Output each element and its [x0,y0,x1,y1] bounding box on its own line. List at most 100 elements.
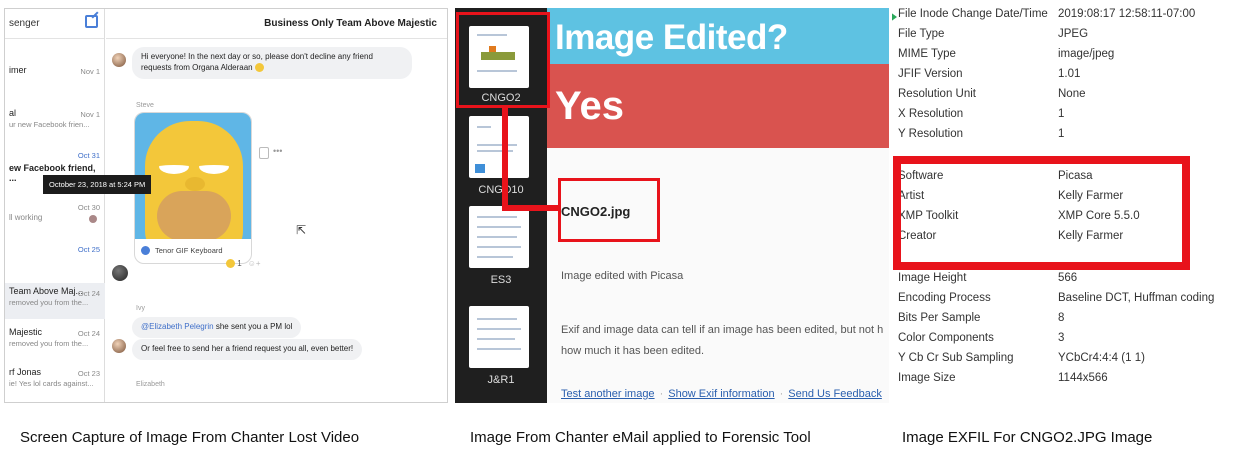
answer-banner: Yes [547,64,889,148]
thumbnail-es3[interactable] [469,206,529,268]
exif-key: Color Components [898,332,994,344]
exif-row: Encoding Process Baseline DCT, Huffman co… [898,292,1234,312]
exif-screenshot: File Inode Change Date/Time 2019:08:17 12… [892,8,1236,403]
smile-emoji-icon [254,63,264,73]
exif-key: Image Size [898,372,956,384]
conversation-item[interactable]: imer Nov 1 [5,65,105,93]
exif-key: Software [898,170,944,182]
sender-name: Steve [136,102,154,109]
file-name: CNGO2.jpg [561,204,631,219]
action-links: Test another image · Show Exif information… [561,388,882,400]
message-bubble: Or feel free to send her a friend reques… [132,339,363,360]
mouse-cursor-icon: ⇱ [296,223,307,237]
forensic-tool-screenshot: CNGO2 CNGO10 ES3 J&R1 Image Edited? Yes … [455,8,889,403]
exif-key: Artist [898,190,925,202]
gif-source-label: Tenor GIF Keyboard [155,245,223,255]
share-icon[interactable] [259,147,269,159]
conversation-date: Oct 31 [77,151,100,160]
exif-row: Software Picasa [898,170,1234,190]
exif-key: Image Height [898,272,967,284]
thumbnail-label: J&R1 [487,374,515,386]
conversation-item[interactable]: rf Jonas ie! Yes lol cards against... Oc… [5,367,105,397]
messenger-screenshot: senger imer Nov 1 al ur new Facebook fri… [4,8,448,403]
exif-key: File Type [898,28,945,40]
conversation-item[interactable]: Oct 30 ll working [5,201,105,231]
conversation-snippet: removed you from the... [9,339,89,348]
exif-value: Baseline DCT, Huffman coding [1058,292,1215,304]
exif-row: JFIF Version 1.01 [898,68,1234,88]
exif-row: XMP Toolkit XMP Core 5.5.0 [898,210,1234,230]
chat-header: Business Only Team Above Majestic [106,9,447,39]
like-icon [475,164,485,173]
gif-image [135,113,251,239]
thumbnail-label: CNGO2 [481,92,521,104]
exif-value: 3 [1058,332,1065,344]
avatar [112,265,128,281]
exif-value: Kelly Farmer [1058,230,1124,242]
conversation-item[interactable]: Majestic removed you from the... Oct 24 [5,327,105,357]
exif-value: image/jpeg [1058,48,1115,60]
tenor-icon [141,245,150,255]
more-icon[interactable]: ••• [273,146,282,156]
exif-value: JPEG [1058,28,1089,40]
sender-name: Ivy [136,305,145,312]
exif-row: MIME Type image/jpeg [898,48,1234,68]
answer-heading: Yes [555,84,624,128]
conversation-item[interactable]: Oct 25 [5,243,105,263]
exif-key: Y Resolution [898,128,963,140]
reaction-count: 1 [237,259,242,268]
reaction-summary[interactable]: 1 ☺+ [226,259,261,269]
exif-key: Creator [898,230,937,242]
show-exif-link[interactable]: Show Exif information [668,388,774,400]
cartoon-face [145,121,243,239]
exif-row: Color Components 3 [898,332,1234,352]
exif-key: JFIF Version [898,68,963,80]
conversation-snippet: ie! Yes lol cards against... [9,379,94,388]
exif-value: 1.01 [1058,68,1081,80]
exif-row: X Resolution 1 [898,108,1234,128]
conversation-list-header: senger [5,9,104,39]
conversation-date: Oct 23 [77,369,100,378]
exif-key: Y Cb Cr Sub Sampling [898,352,1014,364]
thumbnail-cngo10[interactable] [469,116,529,178]
conversation-item[interactable]: Team Above Maj... removed you from the..… [5,283,105,319]
conversation-date: Nov 1 [80,67,100,76]
avatar [112,339,126,353]
mention-link[interactable]: @Elizabeth Pelegrin [141,322,214,331]
message-bubble: @Elizabeth Pelegrin she sent you a PM lo… [132,317,302,338]
chat-pane: Business Only Team Above Majestic Hi eve… [106,9,447,402]
exif-value: Kelly Farmer [1058,190,1124,202]
caption-left: Screen Capture of Image From Chanter Los… [20,429,360,446]
exif-value: YCbCr4:4:4 (1 1) [1058,352,1145,364]
explanation-line: Exif and image data can tell if an image… [561,324,884,336]
exif-row: Creator Kelly Farmer [898,230,1234,250]
thumbnail-jr1[interactable] [469,306,529,368]
question-banner: Image Edited? [547,8,889,64]
reaction-emoji-icon [226,259,235,269]
conversation-date: Oct 30 [77,203,100,212]
avatar [112,53,126,67]
exif-row: Resolution Unit None [898,88,1234,108]
thumbnail-label: CNGO10 [478,184,524,196]
chat-title: Business Only Team Above Majestic [264,18,437,29]
exif-value: None [1058,88,1086,100]
exif-row: Image Size 1144x566 [898,372,1234,392]
exif-key: MIME Type [898,48,956,60]
explanation-text: Exif and image data can tell if an image… [561,320,889,362]
exif-value: XMP Core 5.5.0 [1058,210,1140,222]
exif-value: Picasa [1058,170,1093,182]
exif-row: File Type JPEG [898,28,1234,48]
avatar [89,215,97,223]
exif-value: 1 [1058,128,1065,140]
send-feedback-link[interactable]: Send Us Feedback [788,388,882,400]
conversation-item[interactable]: al ur new Facebook frien... Nov 1 [5,108,105,136]
compose-icon[interactable] [85,15,98,28]
gif-message[interactable]: Tenor GIF Keyboard [134,112,252,264]
exif-row: Y Resolution 1 [898,128,1234,148]
add-reaction-icon[interactable]: ☺+ [248,259,261,268]
test-another-image-link[interactable]: Test another image [561,388,655,400]
exif-row: Bits Per Sample 8 [898,312,1234,332]
cursor-arrow-icon [892,12,897,22]
conversation-list: senger imer Nov 1 al ur new Facebook fri… [5,9,105,402]
thumbnail-cngo2[interactable] [469,26,529,88]
